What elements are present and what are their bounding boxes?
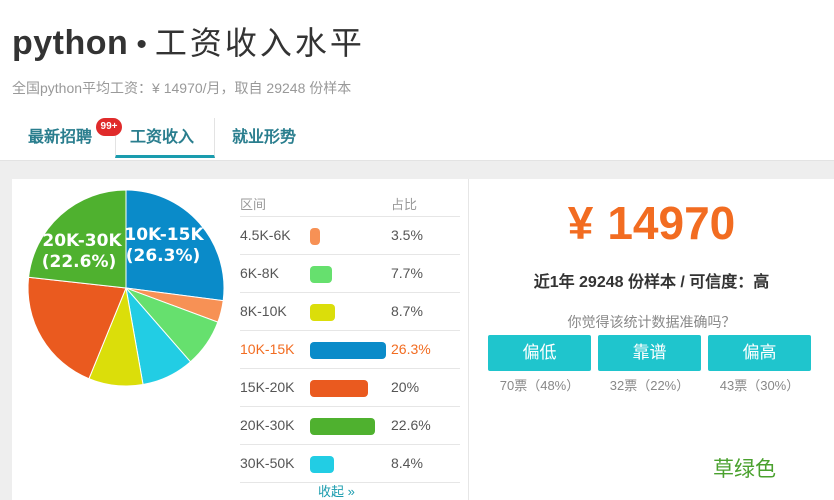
table-header: 区间 占比 bbox=[240, 186, 460, 217]
currency-symbol: ¥ bbox=[567, 197, 594, 249]
table-row: 8K-10K 8.7% bbox=[240, 293, 460, 331]
page-header: python • 工资收入水平 全国python平均工资：¥ 14970/月，取自 … bbox=[0, 0, 834, 161]
vote-low-count: 70票（48%） bbox=[499, 378, 580, 393]
row-bar bbox=[310, 342, 386, 359]
row-percent: 8.4% bbox=[391, 455, 423, 471]
page-subtitle: 全国python平均工资：¥ 14970/月，取自 29248 份样本 bbox=[12, 80, 352, 96]
table-row: 15K-20K 20% bbox=[240, 369, 460, 407]
column-header-share: 占比 bbox=[391, 197, 418, 212]
collapse-link[interactable]: 收起 » bbox=[318, 481, 355, 500]
row-bar bbox=[310, 228, 320, 245]
salary-pie-chart: 10K-15K (26.3%) 20K-30K (22.6%) bbox=[27, 189, 225, 387]
row-percent: 8.7% bbox=[391, 303, 423, 319]
vote-high-count: 43票（30%） bbox=[719, 378, 800, 393]
row-percent: 20% bbox=[391, 379, 420, 395]
row-percent: 7.7% bbox=[391, 265, 423, 281]
table-row: 10K-15K 26.3% bbox=[240, 331, 460, 369]
row-bar bbox=[310, 456, 334, 473]
row-bar bbox=[310, 266, 332, 283]
sample-info: 近1年 29248 份样本 / 可信度：高 bbox=[533, 274, 770, 291]
table-row: 4.5K-6K 3.5% bbox=[240, 217, 460, 255]
row-percent: 22.6% bbox=[391, 417, 431, 433]
row-range: 30K-50K bbox=[240, 455, 295, 471]
row-range: 20K-30K bbox=[240, 417, 295, 433]
row-range: 10K-15K bbox=[240, 341, 295, 357]
vote-high-button[interactable]: 偏高 bbox=[708, 335, 811, 371]
accuracy-question: 你觉得该统计数据准确吗？ bbox=[567, 314, 736, 330]
row-percent: 3.5% bbox=[391, 227, 423, 243]
pie-label-10k-15k-pct: (26.3%) bbox=[126, 246, 201, 266]
table-row: 20K-30K 22.6% bbox=[240, 407, 460, 445]
tab-employment[interactable]: 就业形势 bbox=[218, 118, 318, 158]
title-text: 工资收入水平 bbox=[154, 25, 365, 61]
row-bar bbox=[310, 304, 335, 321]
color-note: 草绿色 bbox=[713, 458, 776, 481]
title-language: python bbox=[12, 24, 129, 62]
vote-low-button[interactable]: 偏低 bbox=[488, 335, 591, 371]
row-range: 8K-10K bbox=[240, 303, 287, 319]
row-bar bbox=[310, 380, 368, 397]
new-jobs-badge: 99+ bbox=[96, 118, 122, 136]
row-percent: 26.3% bbox=[391, 341, 431, 357]
column-header-range: 区间 bbox=[240, 197, 267, 212]
row-bar bbox=[310, 418, 375, 435]
row-range: 4.5K-6K bbox=[240, 227, 291, 243]
vote-accurate-button[interactable]: 靠谱 bbox=[598, 335, 701, 371]
tab-bar: 最新招聘 工资收入 就业形势 bbox=[0, 118, 834, 161]
row-range: 15K-20K bbox=[240, 379, 295, 395]
tab-salary[interactable]: 工资收入 bbox=[115, 118, 215, 158]
vote-accurate-count: 32票（22%） bbox=[609, 378, 690, 393]
title-dot: • bbox=[136, 28, 147, 61]
pie-label-20k-30k: 20K-30K bbox=[42, 231, 122, 251]
page-title: python • 工资收入水平 bbox=[12, 18, 365, 68]
pie-label-20k-30k-pct: (22.6%) bbox=[42, 252, 117, 272]
distribution-table: 区间 占比 4.5K-6K 3.5% 6K-8K 7.7% 8K-10K 8.7… bbox=[240, 186, 460, 483]
table-row: 6K-8K 7.7% bbox=[240, 255, 460, 293]
pie-label-10k-15k: 10K-15K bbox=[124, 225, 204, 245]
average-salary: ¥14970 bbox=[469, 196, 834, 250]
average-salary-value: 14970 bbox=[607, 197, 736, 249]
table-row: 30K-50K 8.4% bbox=[240, 445, 460, 483]
row-range: 6K-8K bbox=[240, 265, 279, 281]
